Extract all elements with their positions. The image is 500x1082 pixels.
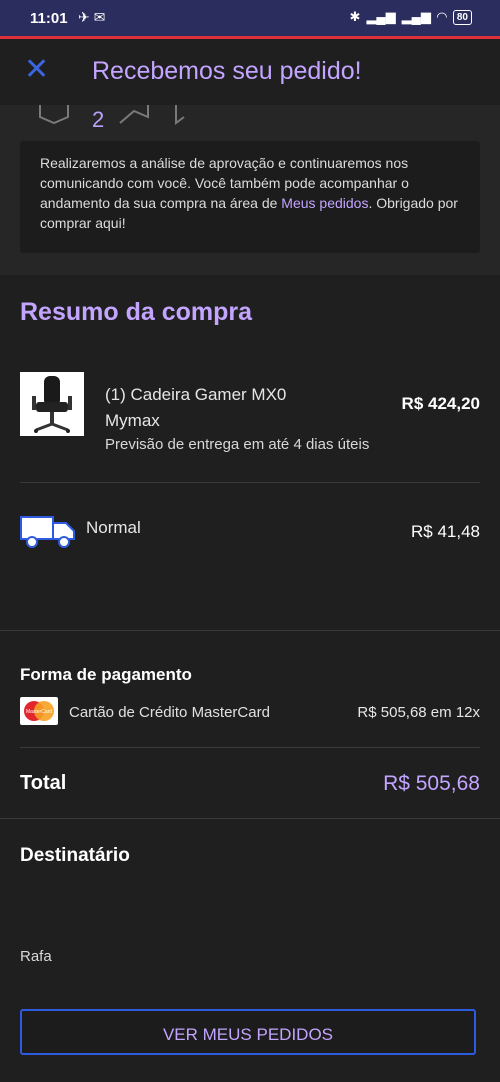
confirmation-area: 2 Realizaremos a análise de aprovação e …: [0, 105, 500, 275]
step-number: 2: [92, 107, 105, 132]
total-label: Total: [20, 772, 67, 794]
my-orders-link[interactable]: Meus pedidos: [281, 195, 368, 211]
shipping-method: Normal: [86, 518, 141, 537]
status-bar: 11:01 ✈✉ ✱ ▂▄▆ ▂▄▆ ◠ 80: [0, 0, 500, 36]
confirmation-text: Realizaremos a análise de aprovação e co…: [20, 141, 480, 233]
progress-steps: 2: [38, 105, 238, 132]
delivery-estimate: Previsão de entrega em até 4 dias úteis: [105, 436, 370, 453]
divider: [0, 630, 500, 631]
summary-title: Resumo da compra: [20, 298, 253, 326]
wifi-icon: ◠: [436, 9, 447, 24]
box-icon-2: [119, 105, 149, 124]
payment-method: Cartão de Crédito MasterCard: [69, 704, 270, 721]
app-header: ✕ Recebemos seu pedido!: [0, 39, 500, 105]
status-time: 11:01: [30, 10, 68, 27]
shipping-price: R$ 41,48: [411, 522, 480, 541]
product-price: R$ 424,20: [401, 394, 480, 413]
status-icons: ✱ ▂▄▆ ▂▄▆ ◠ 80: [350, 9, 472, 25]
mastercard-icon: MasterCard: [20, 697, 58, 725]
close-icon[interactable]: ✕: [24, 55, 50, 85]
divider: [0, 818, 500, 819]
truck-icon: [20, 513, 76, 549]
payment-amount: R$ 505,68 em 12x: [357, 704, 480, 721]
mastercard-logo-text: MasterCard: [26, 709, 52, 715]
payment-title: Forma de pagamento: [20, 665, 192, 684]
battery-icon: 80: [452, 9, 472, 25]
gaming-chair-icon: [32, 376, 72, 433]
bluetooth-icon: ✱: [349, 9, 361, 24]
product-thumbnail: [20, 372, 84, 436]
view-my-orders-button[interactable]: VER MEUS PEDIDOS: [20, 1009, 476, 1055]
confirmation-card: Realizaremos a análise de aprovação e co…: [20, 141, 480, 253]
product-name: (1) Cadeira Gamer MX0 Mymax: [105, 385, 287, 430]
recipient-name: Rafa: [20, 948, 52, 965]
recipient-title: Destinatário: [20, 845, 130, 866]
signal-icon-2: ▂▄▆: [401, 9, 431, 24]
page-title: Recebemos seu pedido!: [92, 57, 362, 85]
divider: [20, 747, 480, 748]
divider: [20, 482, 480, 483]
signal-icon: ▂▄▆: [366, 9, 396, 24]
steps-graphic: [39, 105, 185, 125]
arrow-icon: [175, 105, 185, 125]
box-icon: [39, 105, 69, 125]
total-value: R$ 505,68: [383, 772, 480, 795]
notification-icons: ✈✉: [78, 9, 110, 25]
